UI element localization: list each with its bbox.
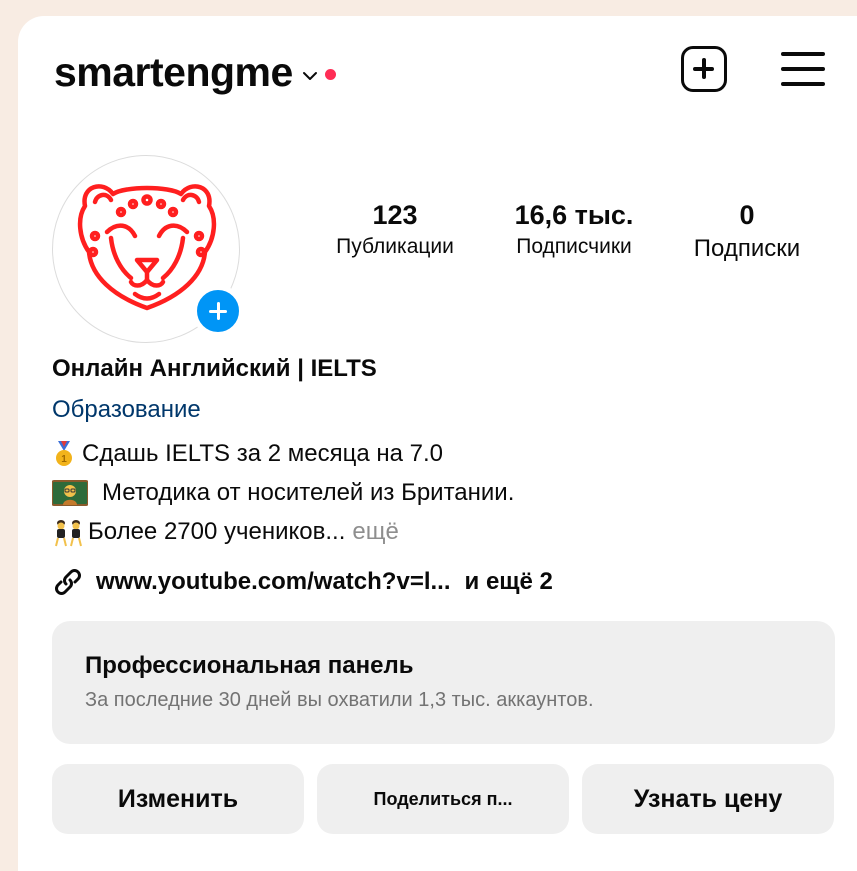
bio-more-link[interactable]: ещё <box>352 518 398 546</box>
stat-posts[interactable]: 123 Публикации <box>318 200 472 259</box>
stat-following-value: 0 <box>739 200 755 230</box>
stat-posts-value: 123 <box>372 200 418 230</box>
create-post-icon[interactable] <box>681 46 727 92</box>
chevron-down-icon[interactable] <box>301 67 319 85</box>
username[interactable]: smartengme <box>54 49 293 96</box>
pro-panel-title: Профессиональная панель <box>85 652 414 679</box>
add-story-plus-icon[interactable] <box>192 285 244 337</box>
bio-line-3: Более 2700 учеников... ещё <box>52 518 399 547</box>
edit-profile-button[interactable]: Изменить <box>52 764 304 834</box>
stat-following[interactable]: 0 Подписки <box>670 200 824 263</box>
link-extra[interactable]: и ещё 2 <box>465 568 553 596</box>
bio-line-2: Методика от носителей из Британии. <box>51 479 515 507</box>
link-icon <box>55 569 81 595</box>
get-price-button[interactable]: Узнать цену <box>582 764 834 834</box>
profile-header: smartengme <box>54 44 336 100</box>
stat-followers[interactable]: 16,6 тыс. Подписчики <box>494 200 654 259</box>
pro-panel-subtitle: За последние 30 дней вы охватили 1,3 тыс… <box>85 689 594 711</box>
medal-emoji: 1 <box>52 441 76 467</box>
stat-following-label: Подписки <box>693 235 801 262</box>
stat-followers-value: 16,6 тыс. <box>514 200 634 230</box>
dancers-emoji <box>52 519 86 547</box>
stat-followers-label: Подписчики <box>516 235 632 258</box>
bio-text-2: Методика от носителей из Британии. <box>102 479 515 506</box>
bio-line-1: 1 Сдашь IELTS за 2 месяца на 7.0 <box>52 440 443 468</box>
stat-posts-label: Публикации <box>336 235 454 258</box>
bio-text-1: Сдашь IELTS за 2 месяца на 7.0 <box>82 440 443 467</box>
hamburger-menu-icon[interactable] <box>781 52 825 86</box>
profile-name: Онлайн Английский | IELTS <box>52 355 377 382</box>
professional-dashboard[interactable]: Профессиональная панель За последние 30 … <box>52 621 835 744</box>
profile-link[interactable]: www.youtube.com/watch?v=l... и ещё 2 <box>52 566 553 598</box>
share-profile-button[interactable]: Поделиться п... <box>317 764 569 834</box>
svg-text:1: 1 <box>61 454 67 465</box>
profile-category[interactable]: Образование <box>52 396 201 424</box>
link-url[interactable]: www.youtube.com/watch?v=l... <box>96 568 451 596</box>
bio-text-3: Более 2700 учеников... <box>88 518 346 545</box>
teacher-emoji <box>51 480 89 506</box>
notification-dot <box>324 68 336 80</box>
